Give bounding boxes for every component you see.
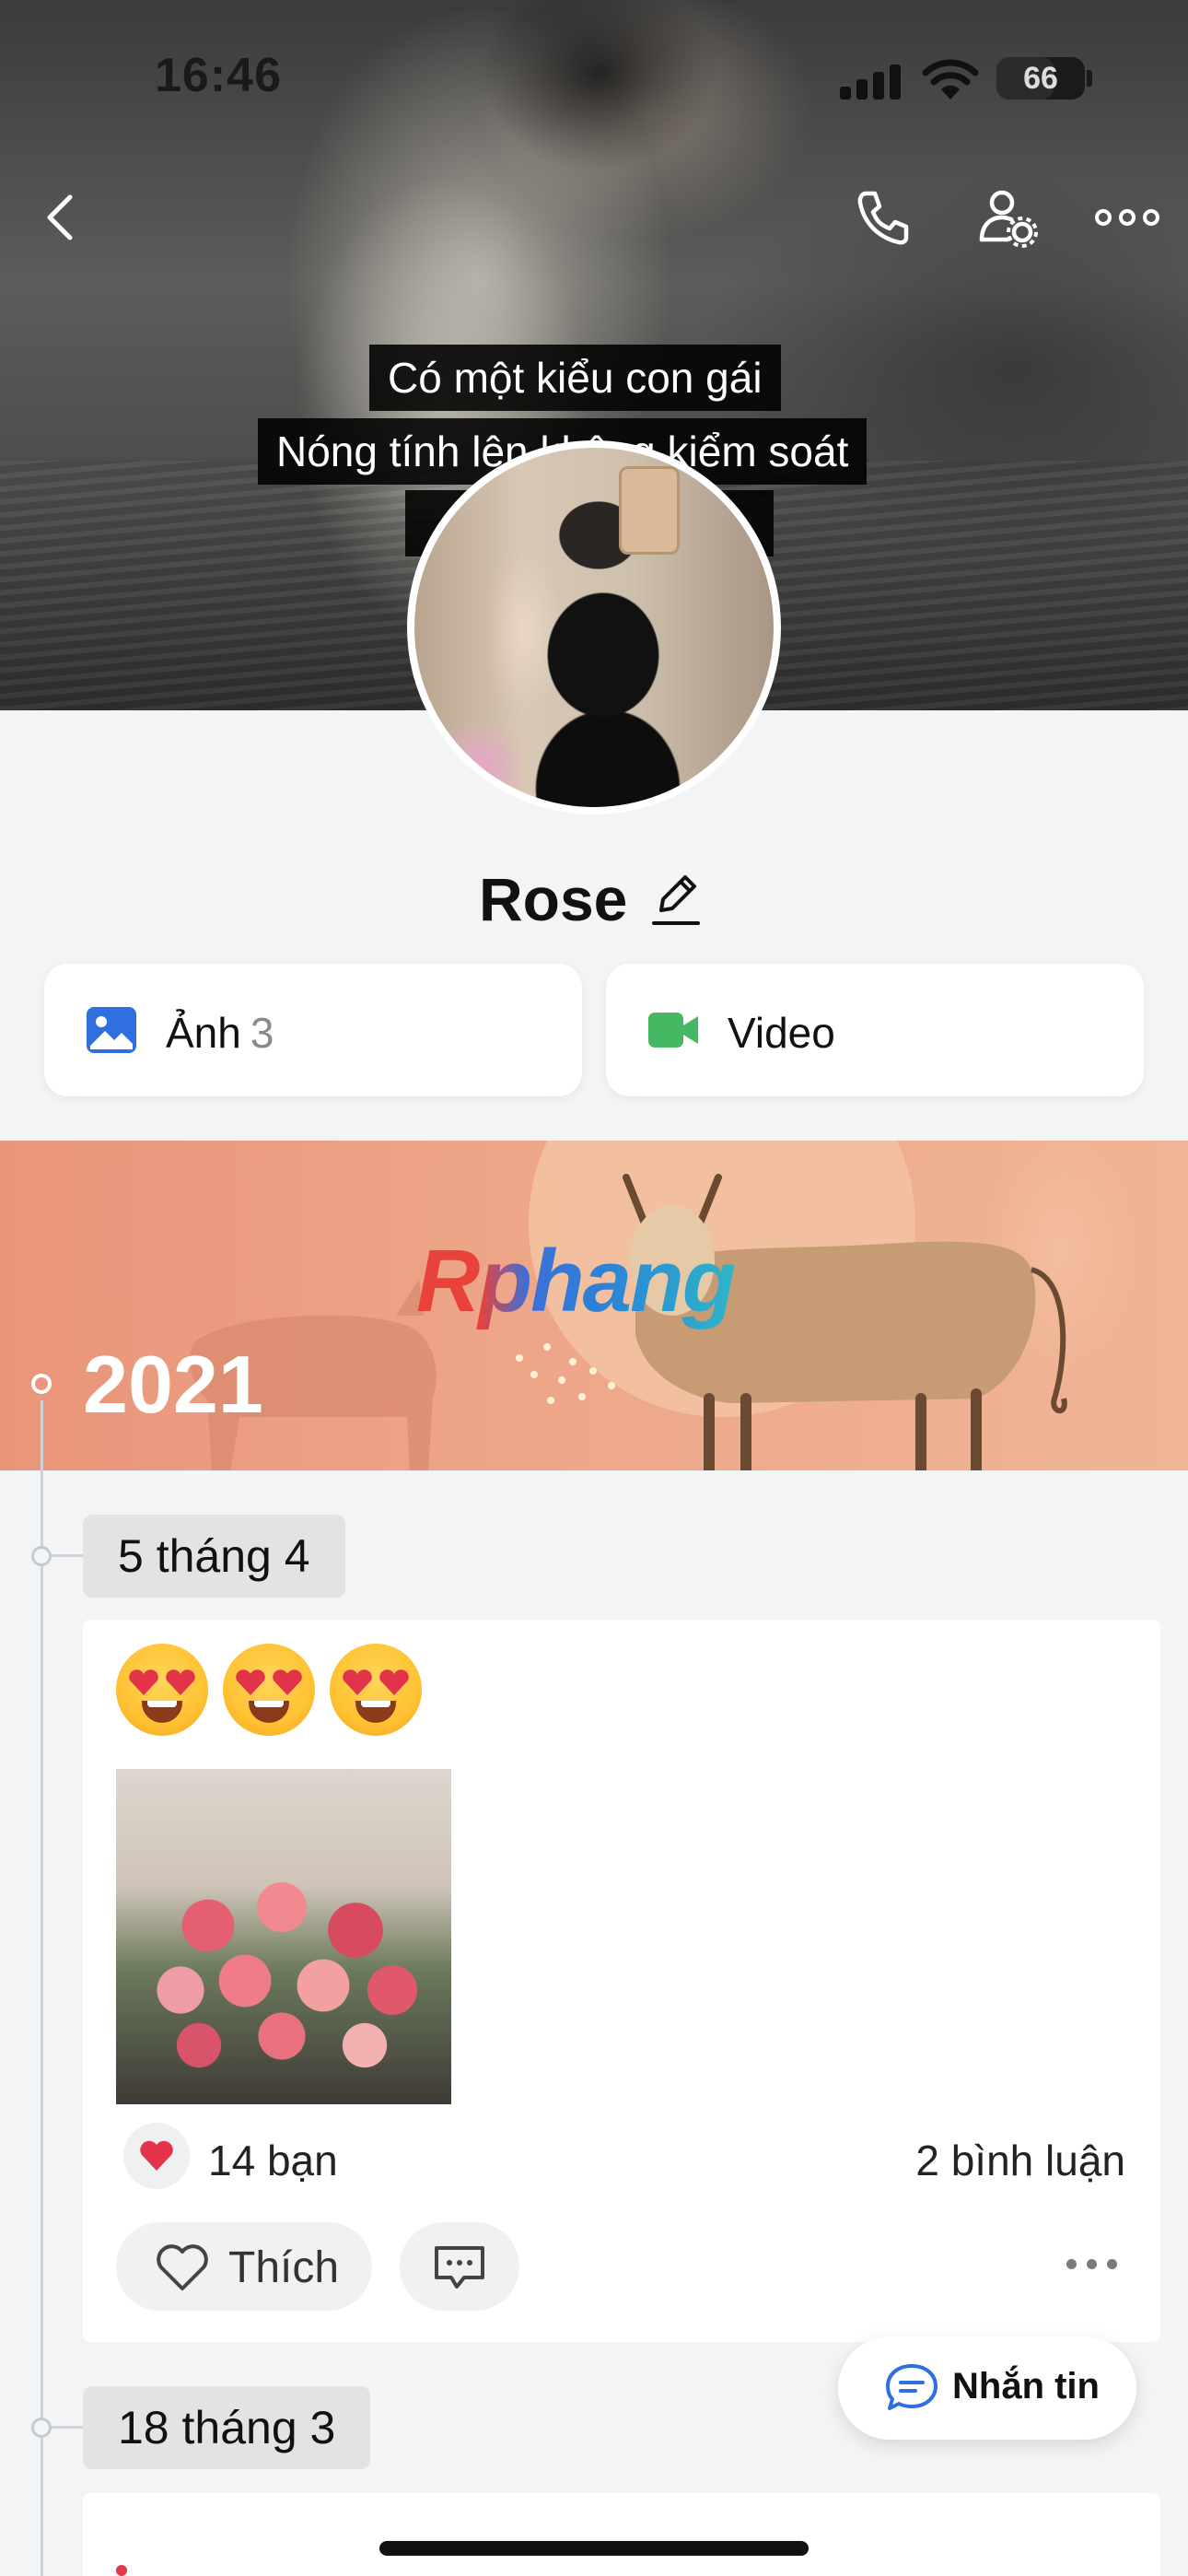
edit-icon[interactable] — [648, 868, 702, 929]
avatar[interactable] — [407, 440, 781, 814]
watermark: Rphang — [416, 1232, 736, 1330]
avatar-background-flowers — [424, 724, 534, 807]
comments-count[interactable]: 2 bình luận — [915, 2136, 1125, 2185]
post-more-icon[interactable] — [1066, 2255, 1122, 2274]
timeline-node — [31, 1546, 52, 1566]
year-label: 2021 — [83, 1339, 263, 1430]
photos-button[interactable]: Ảnh 3 — [44, 964, 582, 1096]
videos-button[interactable]: Video — [606, 964, 1144, 1096]
back-icon[interactable] — [28, 184, 94, 251]
battery-tip — [1087, 70, 1092, 87]
likes-count[interactable]: 14 bạn — [208, 2136, 338, 2185]
chat-icon — [886, 2364, 938, 2410]
post-photo-flowers[interactable] — [116, 1769, 451, 2104]
user-settings-icon[interactable] — [974, 184, 1041, 251]
image-icon — [87, 1007, 136, 1053]
post-marker — [116, 2565, 127, 2576]
post-card[interactable] — [83, 2493, 1160, 2576]
home-indicator[interactable] — [379, 2541, 809, 2556]
video-camera-icon — [648, 1013, 698, 1048]
comment-button[interactable] — [400, 2222, 519, 2311]
cover-caption-line-1: Có một kiểu con gái — [369, 345, 781, 411]
like-button[interactable]: Thích — [116, 2222, 372, 2311]
post-emoji-row — [116, 1644, 422, 1747]
more-icon[interactable] — [1094, 184, 1160, 251]
battery-indicator: 66 — [996, 57, 1085, 100]
timeline-node-year — [31, 1374, 52, 1394]
post-card[interactable]: 14 bạn 2 bình luận Thích — [83, 1620, 1160, 2342]
cover-hair — [433, 0, 764, 240]
heart-eyes-emoji — [116, 1644, 208, 1736]
like-label: Thích — [228, 2243, 340, 2292]
timeline-line — [41, 1400, 43, 2576]
heart-icon — [157, 2244, 208, 2290]
timeline-tick — [52, 2426, 85, 2429]
status-time: 16:46 — [155, 49, 282, 102]
date-chip: 18 tháng 3 — [83, 2386, 371, 2469]
heart-eyes-emoji — [223, 1644, 315, 1736]
photos-label: Ảnh 3 — [166, 1009, 274, 1057]
profile-name: Rose — [479, 865, 628, 933]
phone-icon[interactable] — [849, 184, 915, 251]
date-chip: 5 tháng 4 — [83, 1515, 345, 1598]
photos-count: 3 — [250, 1009, 274, 1057]
battery-level: 66 — [1023, 61, 1058, 96]
heart-eyes-emoji — [330, 1644, 422, 1736]
message-label: Nhắn tin — [952, 2366, 1100, 2406]
cellular-signal-icon — [840, 64, 904, 100]
message-button[interactable]: Nhắn tin — [838, 2336, 1136, 2440]
reaction-heart-icon[interactable] — [123, 2123, 190, 2189]
timeline-node — [31, 2418, 52, 2438]
wifi-icon — [922, 59, 979, 100]
avatar-phone — [619, 466, 680, 555]
comment-icon — [435, 2246, 484, 2289]
timeline-tick — [52, 1554, 85, 1557]
videos-label: Video — [728, 1009, 835, 1057]
